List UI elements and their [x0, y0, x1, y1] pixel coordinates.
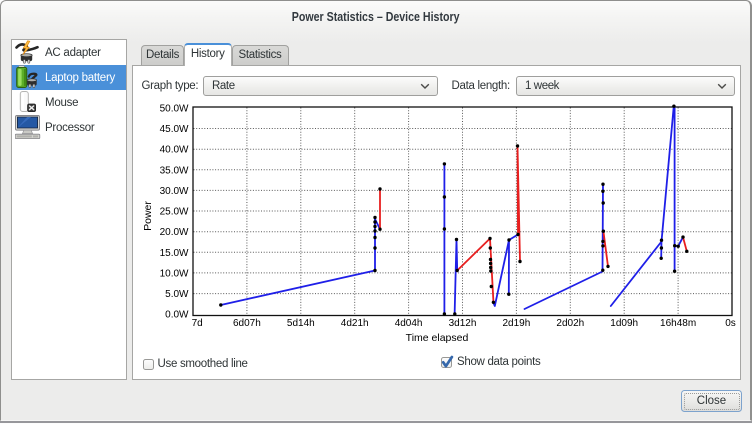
svg-text:20.0W: 20.0W	[160, 227, 189, 238]
svg-text:Power: Power	[142, 201, 154, 231]
svg-text:15.0W: 15.0W	[160, 248, 189, 259]
svg-text:5.0W: 5.0W	[165, 289, 189, 300]
svg-text:7d: 7d	[192, 318, 203, 329]
svg-text:3d12h: 3d12h	[449, 318, 477, 329]
svg-text:16h48m: 16h48m	[660, 318, 696, 329]
svg-text:35.0W: 35.0W	[160, 165, 189, 176]
svg-text:4d04h: 4d04h	[395, 318, 423, 329]
svg-text:25.0W: 25.0W	[160, 207, 189, 218]
svg-text:40.0W: 40.0W	[160, 145, 189, 156]
svg-text:50.0W: 50.0W	[160, 103, 189, 114]
svg-text:2d19h: 2d19h	[502, 318, 530, 329]
svg-text:0s: 0s	[725, 318, 736, 329]
svg-text:0.0W: 0.0W	[165, 310, 189, 321]
svg-text:30.0W: 30.0W	[160, 186, 189, 197]
svg-text:10.0W: 10.0W	[160, 268, 189, 279]
svg-text:45.0W: 45.0W	[160, 124, 189, 135]
svg-text:2d02h: 2d02h	[556, 318, 584, 329]
svg-text:5d14h: 5d14h	[287, 318, 315, 329]
svg-text:1d09h: 1d09h	[610, 318, 638, 329]
svg-text:6d07h: 6d07h	[233, 318, 261, 329]
svg-text:4d21h: 4d21h	[341, 318, 369, 329]
svg-text:Time elapsed: Time elapsed	[406, 332, 469, 344]
